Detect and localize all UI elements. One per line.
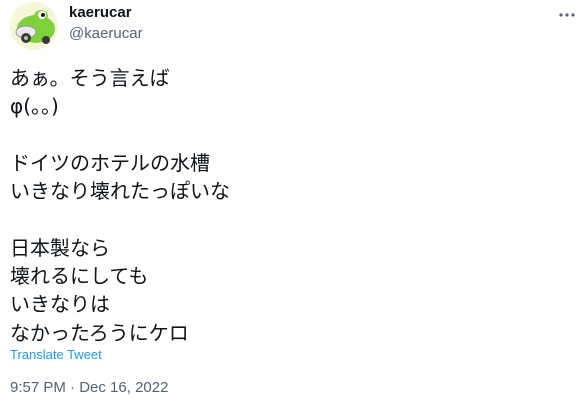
- tweet-card: kaerucar @kaerucar あぁ。そう言えば φ(。。) ドイツのホテ…: [0, 0, 585, 409]
- more-options-icon[interactable]: [556, 6, 578, 24]
- author-handle[interactable]: @kaerucar: [69, 25, 143, 42]
- tweet-text: あぁ。そう言えば φ(。。) ドイツのホテルの水槽 いきなり壊れたっぽいな 日本…: [10, 64, 570, 347]
- tweet-date: Dec 16, 2022: [79, 379, 169, 396]
- tweet-line: なかったろうにケロ: [10, 320, 189, 345]
- avatar[interactable]: [10, 2, 58, 50]
- author-name[interactable]: kaerucar: [69, 4, 132, 21]
- tweet-line: いきなりは: [10, 292, 110, 317]
- tweet-timestamp[interactable]: 9:57 PM · Dec 16, 2022: [10, 379, 168, 396]
- timestamp-separator: ·: [70, 379, 76, 396]
- tweet-time: 9:57 PM: [10, 379, 66, 396]
- tweet-line: 壊れるにしても: [10, 264, 149, 289]
- translate-tweet-link[interactable]: Translate Tweet: [10, 347, 102, 362]
- tweet-line: [10, 205, 570, 233]
- tweet-line: いきなり壊れたっぽいな: [10, 179, 230, 204]
- frog-car-icon: [10, 2, 58, 50]
- tweet-line: [10, 121, 570, 149]
- tweet-line: 日本製なら: [10, 235, 110, 260]
- tweet-line: あぁ。そう言えば: [10, 66, 170, 90]
- tweet-line: ドイツのホテルの水槽: [10, 150, 210, 175]
- tweet-line: φ(。。): [10, 94, 59, 119]
